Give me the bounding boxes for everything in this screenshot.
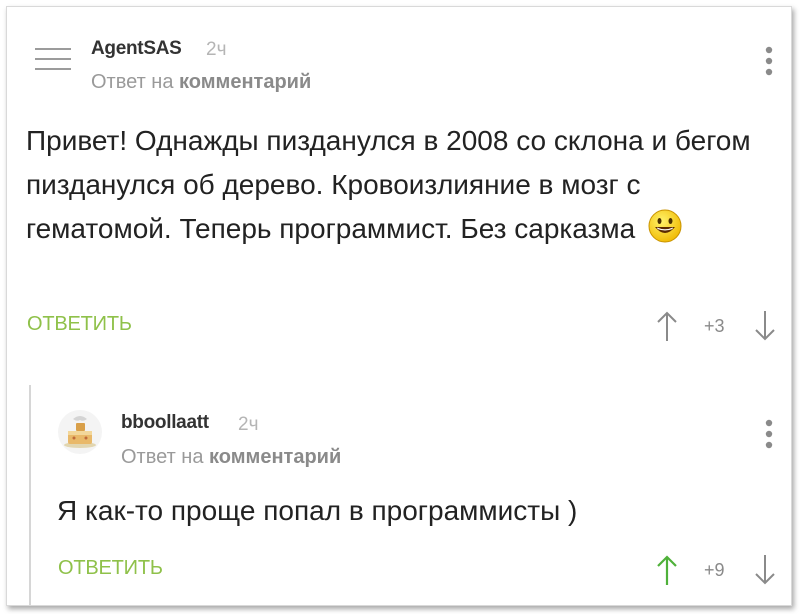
reply-button[interactable]: ОТВЕТИТЬ bbox=[58, 557, 163, 580]
comment-text: Привет! Однажды пизданулся в 2008 со скл… bbox=[26, 119, 766, 251]
reply-to[interactable]: Ответ на комментарий bbox=[91, 71, 311, 94]
reply-target-link[interactable]: комментарий bbox=[179, 71, 311, 93]
smiley-emoji-icon bbox=[647, 208, 683, 244]
arrow-down-icon[interactable] bbox=[752, 309, 778, 348]
kebab-menu-icon[interactable] bbox=[762, 45, 776, 84]
comment-time: 2ч bbox=[238, 414, 259, 435]
arrow-up-icon[interactable] bbox=[654, 309, 680, 348]
reply-button[interactable]: ОТВЕТИТЬ bbox=[27, 313, 132, 336]
comment-time: 2ч bbox=[206, 39, 227, 60]
rating-value: +3 bbox=[704, 316, 725, 336]
reply-prefix: Ответ на bbox=[91, 71, 174, 93]
arrow-up-icon[interactable] bbox=[654, 553, 680, 592]
avatar-menu-lines-icon[interactable] bbox=[31, 41, 75, 85]
comment-text: Я как-то проще попал в программисты ) bbox=[57, 495, 578, 526]
thread-line bbox=[29, 385, 31, 605]
reply-target-link[interactable]: комментарий bbox=[209, 446, 341, 468]
arrow-down-icon[interactable] bbox=[752, 553, 778, 592]
avatar-cake-icon[interactable] bbox=[57, 409, 103, 455]
comment-text-content: Привет! Однажды пизданулся в 2008 со скл… bbox=[26, 125, 751, 244]
kebab-menu-icon[interactable] bbox=[762, 418, 776, 457]
comment-author[interactable]: AgentSAS bbox=[91, 38, 182, 60]
rating-value: +9 bbox=[704, 560, 725, 580]
reply-to[interactable]: Ответ на комментарий bbox=[121, 446, 341, 469]
comment-author[interactable]: bboollaatt bbox=[121, 412, 209, 434]
reply-prefix: Ответ на bbox=[121, 446, 204, 468]
comment-thread: AgentSAS 2ч Ответ на комментарий Привет!… bbox=[6, 6, 792, 606]
